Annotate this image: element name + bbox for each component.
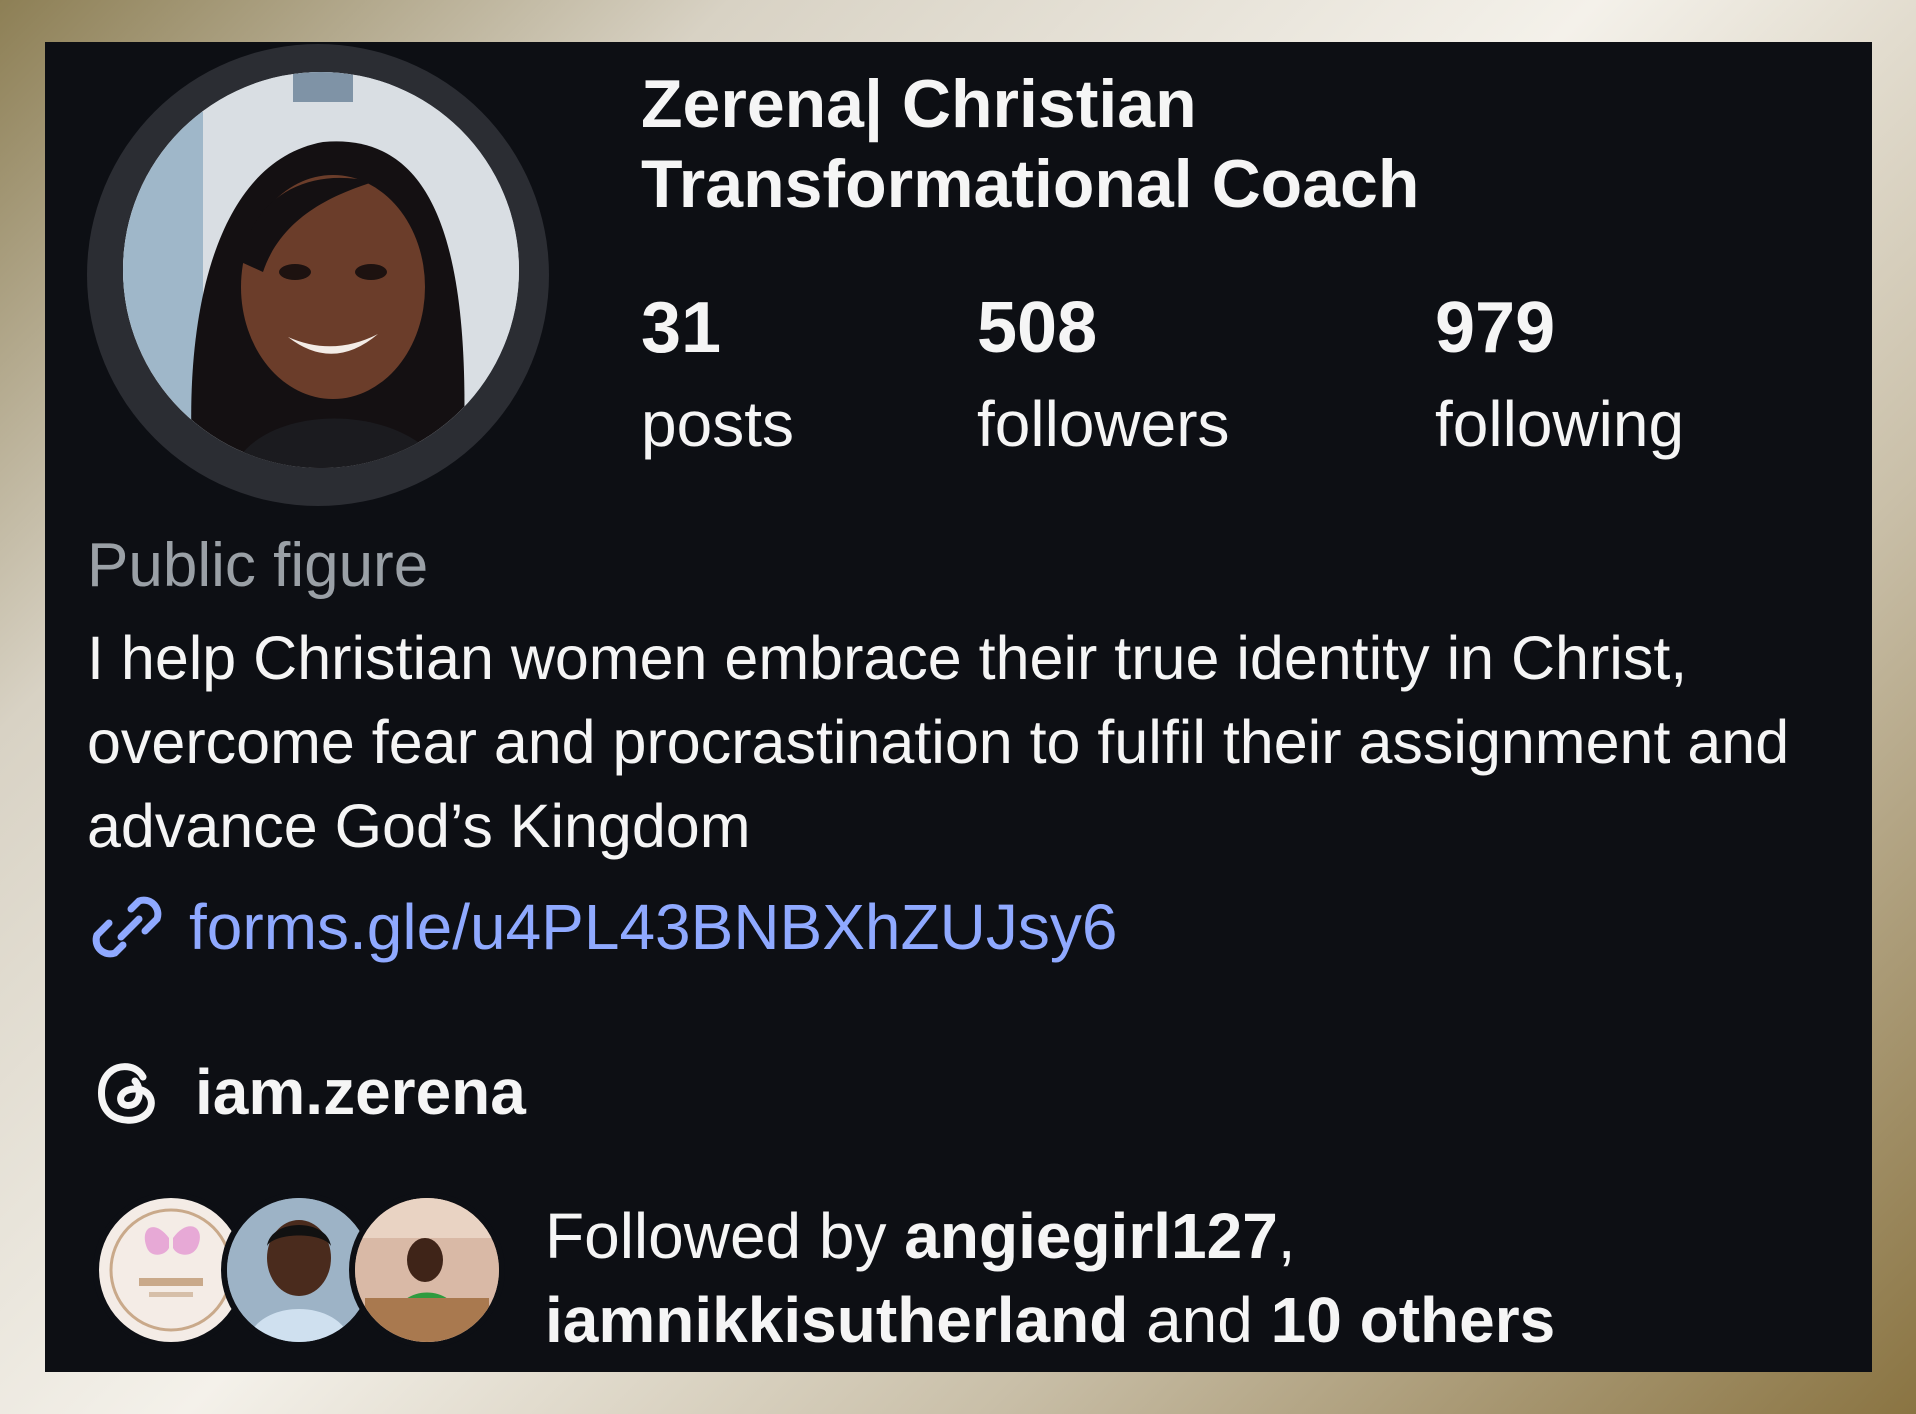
bio-link-text[interactable]: forms.gle/u4PL43BNBXhZUJsy6 xyxy=(189,890,1117,964)
followers-label: followers xyxy=(977,388,1230,460)
followed-by-and: and xyxy=(1128,1284,1271,1356)
threads-handle[interactable]: iam.zerena xyxy=(195,1055,526,1129)
stat-posts[interactable]: 31 posts xyxy=(641,282,794,466)
posts-count: 31 xyxy=(641,288,722,368)
person-photo-icon xyxy=(355,1198,499,1342)
following-count: 979 xyxy=(1435,288,1556,368)
stat-following[interactable]: 979 following xyxy=(1435,282,1684,466)
mutual-avatar-3[interactable] xyxy=(349,1192,505,1348)
posts-label: posts xyxy=(641,388,794,460)
threads-icon xyxy=(98,1063,155,1124)
stat-followers[interactable]: 508 followers xyxy=(977,282,1230,466)
profile-photo-icon xyxy=(123,72,519,468)
followed-by-separator: , xyxy=(1277,1200,1296,1272)
following-label: following xyxy=(1435,388,1685,460)
mutual-user-2[interactable]: iamnikkisutherland xyxy=(545,1284,1128,1356)
mutual-followers-avatars[interactable] xyxy=(93,1192,513,1352)
bio-link[interactable]: forms.gle/u4PL43BNBXhZUJsy6 xyxy=(87,882,1117,972)
link-icon xyxy=(92,896,162,958)
followed-by-text[interactable]: Followed by angiegirl127, iamnikkisuther… xyxy=(545,1194,1725,1362)
profile-display-name: Zerena| Christian Transformational Coach xyxy=(641,66,1420,222)
profile-header-panel: Zerena| Christian Transformational Coach… xyxy=(45,42,1872,1372)
mutual-user-1[interactable]: angiegirl127 xyxy=(904,1200,1278,1272)
threads-badge[interactable]: iam.zerena xyxy=(91,1042,526,1142)
mutual-others[interactable]: 10 others xyxy=(1271,1284,1556,1356)
profile-bio: I help Christian women embrace their tru… xyxy=(87,624,1790,860)
profile-category: Public figure xyxy=(87,531,429,600)
avatar[interactable] xyxy=(123,72,519,468)
followed-by-prefix: Followed by xyxy=(545,1200,905,1272)
followers-count: 508 xyxy=(977,288,1098,368)
